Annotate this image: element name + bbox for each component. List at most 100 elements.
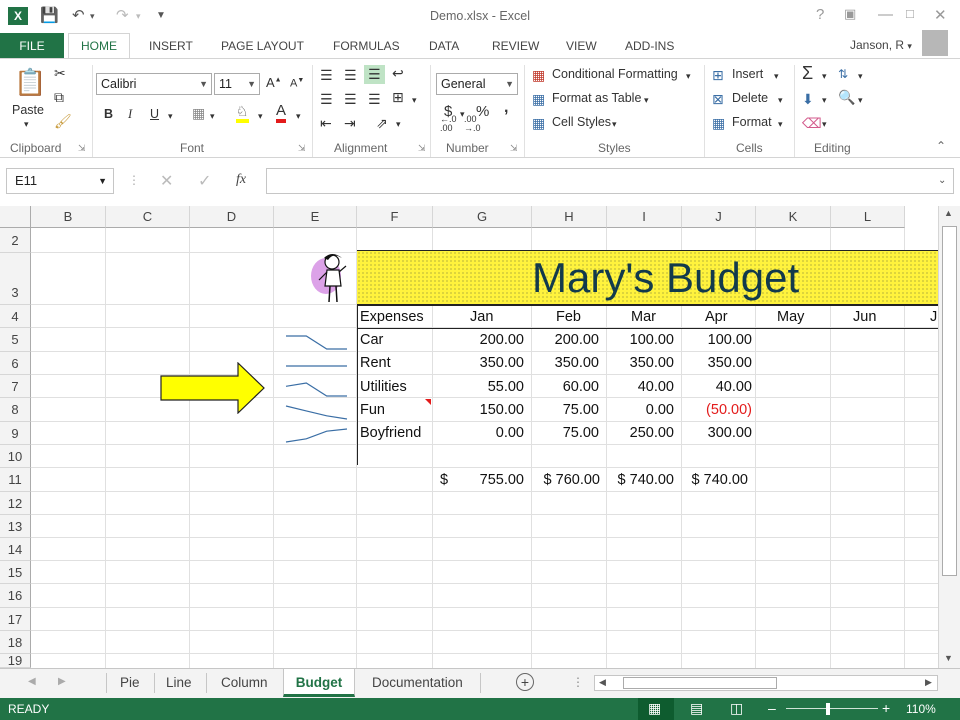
zoom-out-icon[interactable]: –	[768, 700, 776, 716]
align-right-icon[interactable]: ☰	[368, 91, 381, 108]
conditional-formatting-dropdown-icon[interactable]: ▾	[686, 71, 691, 82]
horizontal-scrollbar[interactable]: ◀ ▶	[594, 675, 938, 691]
help-icon[interactable]: ?	[816, 6, 824, 23]
underline-dropdown-icon[interactable]: ▾	[168, 111, 173, 122]
yellow-arrow-icon[interactable]	[160, 362, 266, 414]
italic-button[interactable]: I	[128, 107, 132, 122]
font-size-box[interactable]: 11 ▼	[214, 73, 260, 95]
bold-button[interactable]: B	[104, 107, 113, 121]
column-header-j[interactable]: J	[682, 206, 756, 228]
expand-formula-bar-icon[interactable]: ⌄	[938, 175, 946, 186]
expense-value[interactable]: 60.00	[532, 379, 599, 395]
clear-icon[interactable]: ⌫	[802, 115, 822, 132]
avatar[interactable]	[922, 30, 948, 56]
font-name-box[interactable]: Calibri ▼	[96, 73, 212, 95]
delete-dropdown-icon[interactable]: ▾	[778, 95, 783, 106]
normal-view-icon[interactable]: ▦	[648, 700, 661, 717]
sparkline[interactable]	[285, 380, 348, 400]
column-header-h[interactable]: H	[532, 206, 607, 228]
formula-input[interactable]	[266, 168, 954, 194]
row-header-3[interactable]: 3	[0, 253, 31, 305]
delete-cells-icon[interactable]: ⊠	[712, 91, 724, 108]
delete-cells-button[interactable]: Delete	[732, 91, 768, 105]
column-header-i[interactable]: I	[607, 206, 682, 228]
increase-font-icon[interactable]: A▲	[266, 75, 282, 90]
align-left-icon[interactable]: ☰	[320, 91, 333, 108]
format-dropdown-icon[interactable]: ▾	[778, 119, 783, 130]
comment-indicator-icon[interactable]	[425, 399, 431, 405]
total-feb[interactable]: $ 760.00	[530, 472, 600, 488]
expense-value[interactable]: 300.00	[682, 425, 752, 441]
month-header-feb[interactable]: Feb	[556, 309, 581, 325]
zoom-in-icon[interactable]: +	[882, 700, 890, 716]
tab-file[interactable]: FILE	[0, 33, 64, 59]
name-box[interactable]: E11 ▼	[6, 168, 114, 194]
row-header-19[interactable]: 19	[0, 654, 31, 668]
scroll-down-icon[interactable]: ▼	[944, 653, 953, 663]
top-align-icon[interactable]: ☰	[320, 67, 333, 84]
font-launcher-icon[interactable]: ⇲	[298, 143, 306, 154]
expense-value[interactable]: 250.00	[607, 425, 674, 441]
close-icon[interactable]: ✕	[934, 6, 947, 24]
tab-add-ins[interactable]: ADD-INS	[625, 33, 674, 59]
month-header-jul[interactable]: J	[930, 309, 938, 325]
bottom-align-icon[interactable]: ☰	[364, 65, 385, 84]
sheet-tab-budget[interactable]: Budget	[283, 669, 355, 697]
expense-value[interactable]: 55.00	[433, 379, 524, 395]
expense-name[interactable]: Utilities	[360, 379, 407, 395]
cell-styles-dropdown-icon[interactable]: ▾	[612, 119, 617, 130]
autosum-icon[interactable]: Σ	[802, 63, 813, 84]
month-header-jun[interactable]: Jun	[853, 309, 876, 325]
insert-cells-icon[interactable]: ⊞	[712, 67, 724, 84]
format-cells-button[interactable]: Format	[732, 115, 772, 129]
prev-sheet-icon[interactable]: ◀	[28, 676, 36, 687]
zoom-slider-thumb[interactable]	[826, 703, 830, 715]
select-all-corner[interactable]	[0, 206, 31, 228]
column-header-l[interactable]: L	[831, 206, 905, 228]
clear-dropdown-icon[interactable]: ▾	[822, 119, 827, 130]
wrap-text-icon[interactable]: ↩	[392, 65, 404, 82]
row-header-12[interactable]: 12	[0, 492, 31, 515]
decrease-indent-icon[interactable]: ⇤	[320, 115, 332, 132]
expense-name[interactable]: Rent	[360, 355, 391, 371]
total-apr[interactable]: $ 740.00	[678, 472, 748, 488]
expense-value[interactable]: 100.00	[607, 332, 674, 348]
sort-filter-icon[interactable]: ⇅	[838, 67, 848, 81]
next-sheet-icon[interactable]: ▶	[58, 676, 66, 687]
sheet-tab-documentation[interactable]: Documentation	[372, 669, 463, 697]
expense-value[interactable]: 200.00	[433, 332, 524, 348]
row-header-14[interactable]: 14	[0, 538, 31, 561]
tab-insert[interactable]: INSERT	[149, 33, 193, 59]
sheet-tab-column[interactable]: Column	[221, 669, 268, 697]
row-header-11[interactable]: 11	[0, 468, 31, 492]
fill-color-icon[interactable]: ♘	[236, 103, 249, 123]
insert-function-button[interactable]: fx	[236, 172, 246, 188]
font-color-icon[interactable]: A	[276, 103, 287, 123]
tab-home[interactable]: HOME	[68, 33, 130, 59]
column-header-g[interactable]: G	[433, 206, 532, 228]
number-launcher-icon[interactable]: ⇲	[510, 143, 518, 154]
expense-value[interactable]: 350.00	[433, 355, 524, 371]
enter-icon[interactable]: ✓	[198, 171, 211, 191]
tab-view[interactable]: VIEW	[566, 33, 597, 59]
ribbon-display-icon[interactable]: ▣	[844, 6, 856, 22]
borders-icon[interactable]: ▦	[192, 105, 205, 122]
row-header-8[interactable]: 8	[0, 398, 31, 422]
expense-value[interactable]: 0.00	[607, 402, 674, 418]
find-select-dropdown-icon[interactable]: ▾	[858, 95, 863, 106]
expense-value[interactable]: 350.00	[532, 355, 599, 371]
format-cells-icon[interactable]: ▦	[712, 115, 725, 132]
row-header-13[interactable]: 13	[0, 515, 31, 538]
girl-clipart-icon[interactable]	[308, 248, 354, 304]
paste-icon[interactable]: 📋	[14, 67, 46, 98]
cut-icon[interactable]: ✂	[54, 65, 66, 82]
row-header-7[interactable]: 7	[0, 375, 31, 398]
column-header-k[interactable]: K	[756, 206, 831, 228]
expense-value[interactable]: 75.00	[532, 402, 599, 418]
page-break-view-icon[interactable]: ◫	[730, 700, 743, 717]
collapse-ribbon-icon[interactable]: ⌃	[936, 139, 946, 153]
paste-dropdown-icon[interactable]: ▾	[24, 119, 29, 130]
comma-button[interactable]: ,	[504, 99, 508, 117]
page-layout-view-icon[interactable]: ▤	[690, 700, 703, 717]
fill-icon[interactable]: ⬇	[802, 91, 814, 108]
